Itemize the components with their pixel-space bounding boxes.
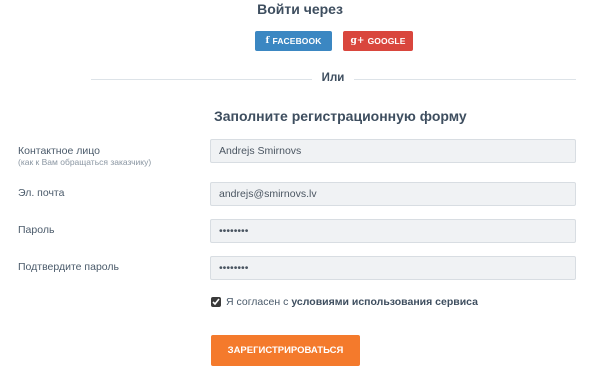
- contact-label: Контактное лицо: [18, 145, 100, 157]
- facebook-button-label: FACEBOOK: [272, 36, 322, 46]
- contact-input[interactable]: [210, 139, 576, 163]
- google-plus-icon: g+: [350, 36, 365, 46]
- confirm-password-input[interactable]: [210, 256, 576, 280]
- email-input[interactable]: [210, 182, 576, 206]
- email-label: Эл. почта: [18, 187, 65, 199]
- agree-checkbox[interactable]: [211, 297, 221, 307]
- registration-page: Войти через f FACEBOOK g+ GOOGLE Или Зап…: [0, 0, 600, 378]
- divider-line-right: [354, 79, 576, 80]
- confirm-password-label: Подтвердите пароль: [18, 261, 120, 273]
- facebook-icon: f: [265, 36, 270, 46]
- facebook-button[interactable]: f FACEBOOK: [255, 31, 332, 51]
- google-button-label: GOOGLE: [367, 36, 406, 46]
- password-label: Пароль: [18, 224, 55, 236]
- divider-text: Или: [321, 72, 345, 84]
- terms-link[interactable]: условиями использования сервиса: [291, 296, 478, 308]
- social-login-title: Войти через: [257, 1, 343, 17]
- form-title: Заполните регистрационную форму: [214, 108, 467, 124]
- register-button[interactable]: ЗАРЕГИСТРИРОВАТЬСЯ: [211, 335, 360, 366]
- google-button[interactable]: g+ GOOGLE: [343, 31, 413, 51]
- password-input[interactable]: [210, 219, 576, 243]
- contact-hint: (как к Вам обращаться заказчику): [18, 157, 152, 167]
- agree-text: Я согласен с: [226, 296, 289, 308]
- divider-line-left: [91, 79, 312, 80]
- agree-row: Я согласен с условиями использования сер…: [211, 296, 478, 308]
